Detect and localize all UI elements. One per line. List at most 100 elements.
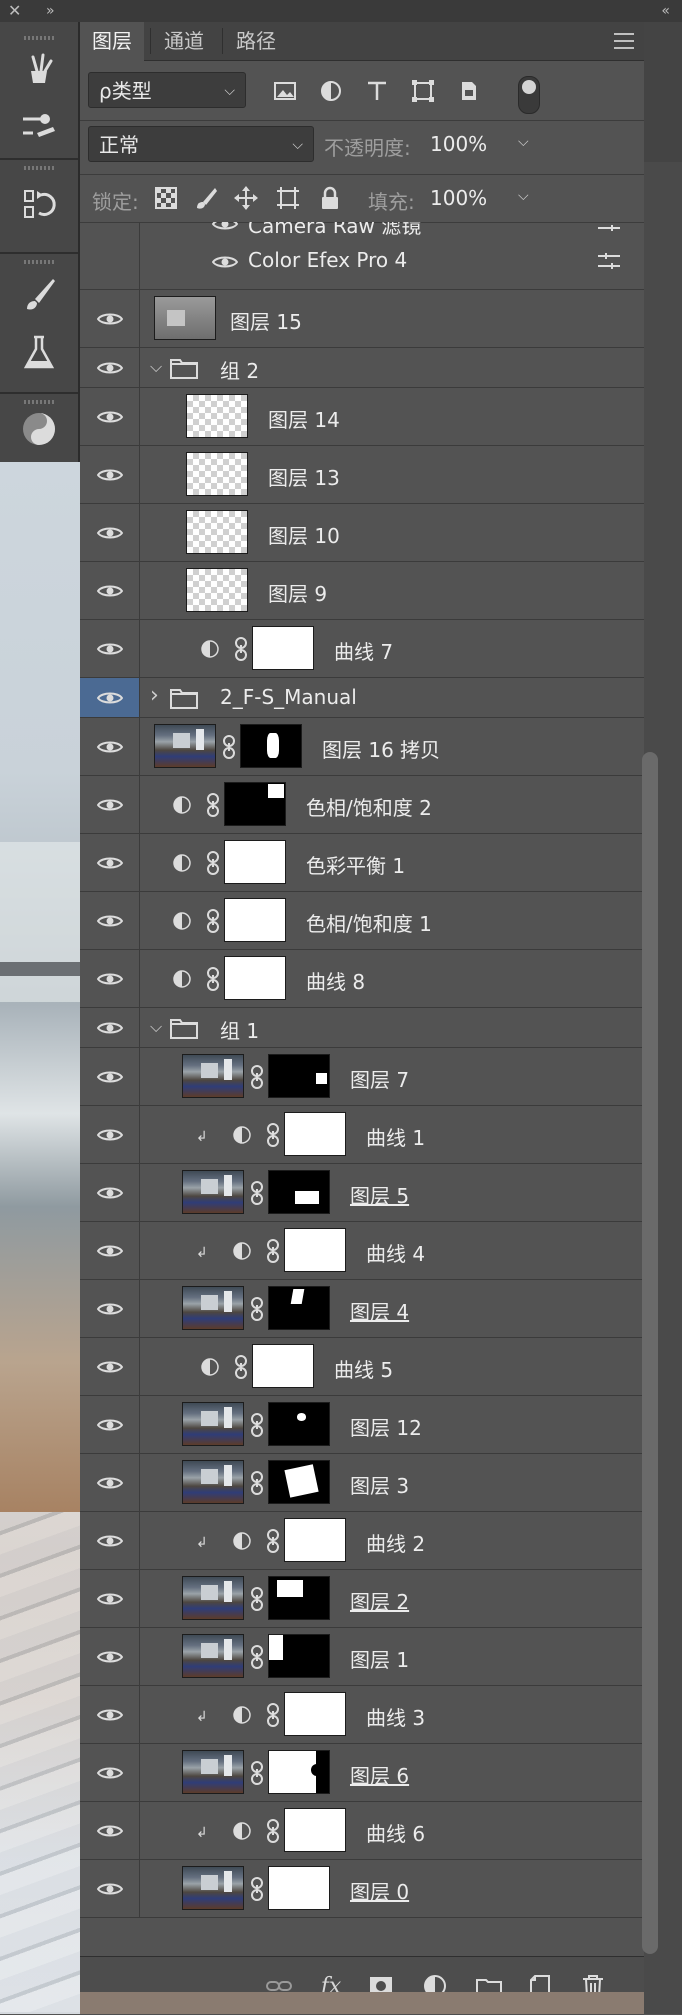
layer-name[interactable]: 色彩平衡 1: [306, 850, 405, 879]
visibility-toggle[interactable]: [80, 1512, 140, 1569]
layer-thumbnail[interactable]: [182, 1634, 244, 1678]
smart-filter-name[interactable]: Camera Raw 滤镜: [248, 222, 421, 239]
layer-name[interactable]: 组 1: [220, 1015, 259, 1044]
layer-name[interactable]: 曲线 8: [306, 966, 365, 995]
adjustment-icon[interactable]: [172, 969, 192, 989]
visibility-toggle[interactable]: [80, 678, 140, 717]
visibility-toggle[interactable]: [80, 1570, 140, 1627]
layer-name[interactable]: 图层 10: [268, 520, 340, 549]
layers-scrollbar[interactable]: [642, 752, 658, 1954]
layer-row[interactable]: 图层 6: [80, 1744, 644, 1802]
layer-row[interactable]: 色彩平衡 1: [80, 834, 644, 892]
visibility-toggle[interactable]: [80, 504, 140, 561]
lock-pixels-icon[interactable]: [192, 184, 220, 212]
layer-row[interactable]: 图层 9: [80, 562, 644, 620]
layer-name[interactable]: 组 2: [220, 355, 259, 384]
mask-link-icon[interactable]: [222, 735, 236, 759]
opacity-value[interactable]: 100%: [430, 132, 487, 156]
eye-icon[interactable]: [96, 855, 123, 871]
visibility-toggle[interactable]: [80, 348, 140, 387]
visibility-toggle[interactable]: [80, 1744, 140, 1801]
pixel-filter-icon[interactable]: [270, 76, 300, 106]
history-icon[interactable]: [14, 182, 64, 228]
eye-icon[interactable]: [212, 222, 238, 232]
layer-row[interactable]: 色相/饱和度 1: [80, 892, 644, 950]
layer-name[interactable]: 图层 14: [268, 404, 340, 433]
layer-row[interactable]: 图层 1: [80, 1628, 644, 1686]
layer-mask-thumbnail[interactable]: [268, 1170, 330, 1214]
layer-thumbnail[interactable]: [154, 296, 216, 340]
layer-row[interactable]: 图层 15: [80, 290, 644, 348]
mask-link-icon[interactable]: [250, 1761, 264, 1785]
layer-row[interactable]: ↲ 曲线 4: [80, 1222, 644, 1280]
eye-icon[interactable]: [96, 311, 123, 327]
plugin-yinyang-icon[interactable]: [14, 406, 64, 452]
visibility-toggle[interactable]: [80, 1008, 140, 1047]
layer-mask-thumbnail[interactable]: [268, 1866, 330, 1910]
layer-row[interactable]: ↲ 曲线 6: [80, 1802, 644, 1860]
layer-thumbnail[interactable]: [186, 568, 248, 612]
chevron-down-icon[interactable]: ⌵: [150, 1017, 162, 1037]
layer-name[interactable]: 图层 5: [350, 1180, 409, 1209]
adjustment-icon[interactable]: [172, 795, 192, 815]
mask-link-icon[interactable]: [266, 1819, 280, 1843]
blend-mode-select[interactable]: 正常 ⌵: [88, 126, 314, 162]
layer-name[interactable]: 图层 16 拷贝: [322, 734, 440, 763]
layer-row[interactable]: ↲ 曲线 1: [80, 1106, 644, 1164]
group-row[interactable]: ⌵ 组 1: [80, 1008, 644, 1048]
layer-row[interactable]: ↲ 曲线 3: [80, 1686, 644, 1744]
layer-row[interactable]: 图层 10: [80, 504, 644, 562]
layer-name[interactable]: 曲线 6: [366, 1818, 425, 1847]
eye-icon[interactable]: [96, 913, 123, 929]
mask-link-icon[interactable]: [250, 1471, 264, 1495]
layer-thumbnail[interactable]: [182, 1576, 244, 1620]
layer-row[interactable]: 图层 5: [80, 1164, 644, 1222]
eye-icon[interactable]: [96, 1185, 123, 1201]
eye-icon[interactable]: [96, 1533, 123, 1549]
layer-mask-thumbnail[interactable]: [224, 840, 286, 884]
mask-link-icon[interactable]: [250, 1065, 264, 1089]
grip-handle[interactable]: [24, 400, 54, 404]
layer-row[interactable]: 图层 13: [80, 446, 644, 504]
mask-link-icon[interactable]: [266, 1123, 280, 1147]
eye-icon[interactable]: [96, 1475, 123, 1491]
layer-name[interactable]: 色相/饱和度 1: [306, 908, 432, 937]
layer-mask-thumbnail[interactable]: [268, 1750, 330, 1794]
eye-icon[interactable]: [96, 1881, 123, 1897]
layer-row[interactable]: 图层 16 拷贝: [80, 718, 644, 776]
layer-mask-thumbnail[interactable]: [224, 898, 286, 942]
adjustment-icon[interactable]: [232, 1705, 252, 1725]
visibility-toggle[interactable]: [80, 1280, 140, 1337]
filter-options-icon[interactable]: [596, 252, 622, 270]
visibility-toggle[interactable]: [80, 446, 140, 503]
layer-mask-thumbnail[interactable]: [252, 626, 314, 670]
mask-link-icon[interactable]: [234, 1355, 248, 1379]
layer-name[interactable]: 曲线 3: [366, 1702, 425, 1731]
layer-thumbnail[interactable]: [182, 1750, 244, 1794]
layer-row[interactable]: 曲线 5: [80, 1338, 644, 1396]
layer-mask-thumbnail[interactable]: [284, 1692, 346, 1736]
layer-name[interactable]: 图层 1: [350, 1644, 409, 1673]
layer-name[interactable]: 图层 0: [350, 1876, 409, 1905]
close-icon[interactable]: ✕: [8, 0, 21, 22]
mask-link-icon[interactable]: [206, 909, 220, 933]
lock-artboard-icon[interactable]: [274, 184, 302, 212]
collapse-right-icon[interactable]: «: [661, 0, 670, 22]
layer-mask-thumbnail[interactable]: [284, 1228, 346, 1272]
eye-icon[interactable]: [96, 1127, 123, 1143]
visibility-toggle[interactable]: [80, 1802, 140, 1859]
visibility-toggle[interactable]: [80, 1338, 140, 1395]
visibility-toggle[interactable]: [80, 1048, 140, 1105]
layer-name[interactable]: 图层 15: [230, 306, 302, 335]
tab-paths[interactable]: 路径: [224, 22, 288, 60]
layer-mask-thumbnail[interactable]: [252, 1344, 314, 1388]
visibility-toggle[interactable]: [80, 1686, 140, 1743]
layer-mask-thumbnail[interactable]: [224, 956, 286, 1000]
lock-all-icon[interactable]: [316, 184, 344, 212]
layer-name[interactable]: 图层 13: [268, 462, 340, 491]
eye-icon[interactable]: [96, 1243, 123, 1259]
layer-thumbnail[interactable]: [182, 1054, 244, 1098]
smart-filter-name[interactable]: Color Efex Pro 4: [248, 248, 407, 272]
mask-link-icon[interactable]: [250, 1297, 264, 1321]
eye-icon[interactable]: [96, 467, 123, 483]
